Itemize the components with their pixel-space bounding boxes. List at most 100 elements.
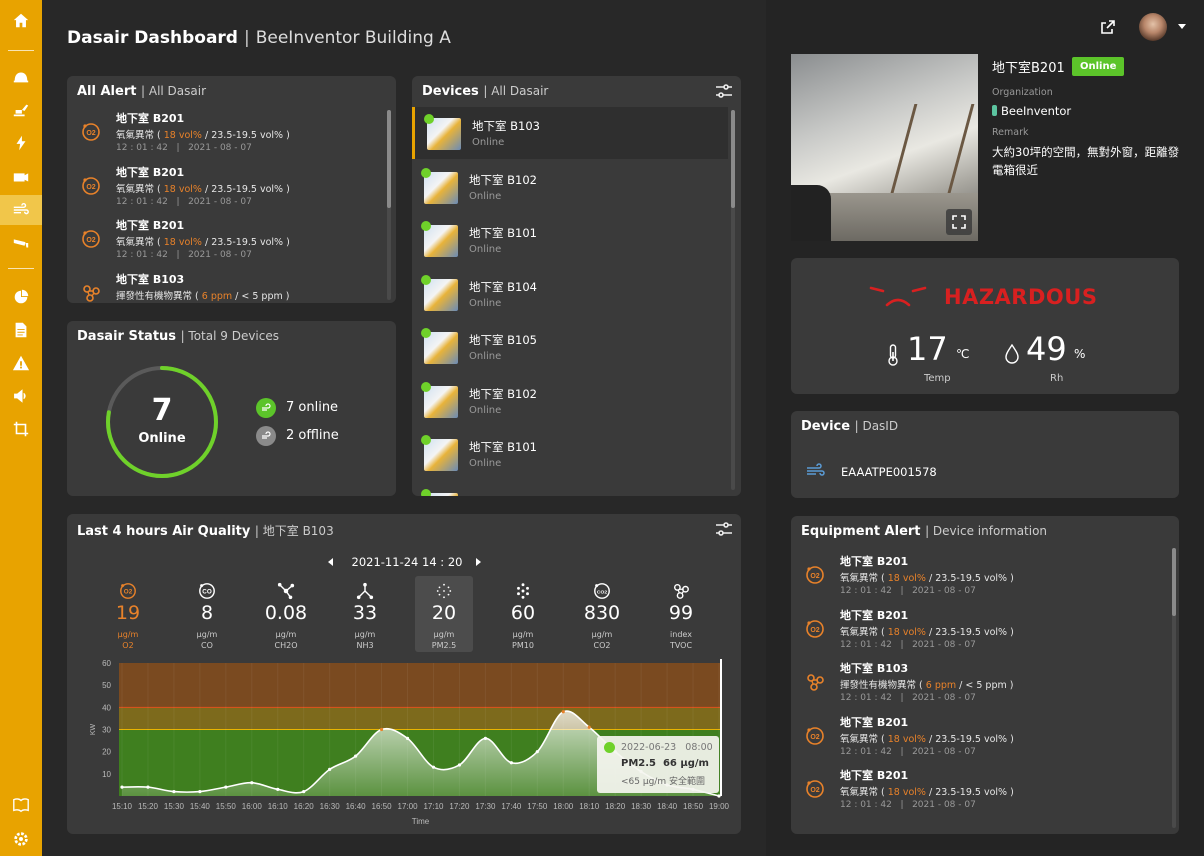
metric-tvoc[interactable]: 99 index TVOC — [652, 576, 710, 652]
metric-co2[interactable]: CO2 830 μg/m CO2 — [573, 576, 631, 652]
device-list-item[interactable] — [412, 482, 728, 496]
device-name: 地下室 B101 — [469, 226, 537, 240]
alert-description: 氧氣異常 ( 18 vol% / 23.5-19.5 vol% ) — [840, 573, 1014, 584]
pie-chart-icon[interactable] — [0, 282, 42, 312]
avatar[interactable] — [1139, 13, 1167, 41]
metric-name: PM10 — [512, 641, 534, 650]
status-offline-text: 2 offline — [286, 428, 339, 443]
alert-value: 18 vol% — [887, 626, 926, 638]
alert-item[interactable]: 地下室 B103 揮發性有機物異常 ( 6 ppm / < 5 ppm ) — [77, 269, 377, 304]
alert-value: 18 vol% — [163, 130, 202, 141]
alert-item[interactable]: O2 地下室 B201 氧氣異常 ( 18 vol% / 23.5-19.5 vol… — [77, 108, 377, 162]
angry-face-icon — [869, 286, 927, 307]
x-tick-label: 17:10 — [423, 802, 444, 811]
cctv-icon[interactable] — [0, 228, 42, 258]
alert-location: 地下室 B201 — [116, 112, 185, 125]
tooltip-status-dot — [604, 742, 615, 753]
all-alert-panel: All Alert | All Dasair O2 地下室 B201 氧氣異常 ( … — [67, 76, 396, 303]
alert-description: 氧氣異常 ( 18 vol% / 23.5-19.5 vol% ) — [116, 183, 290, 195]
sidebar-divider — [8, 50, 34, 51]
next-time-button[interactable] — [476, 558, 481, 566]
alert-timestamp: 12 : 01 : 42 | 2021 - 08 - 07 — [116, 143, 252, 153]
scrollbar-thumb[interactable] — [1172, 548, 1176, 616]
alert-value: 18 vol% — [163, 183, 202, 195]
metric-name: PM2.5 — [431, 641, 457, 650]
metric-co[interactable]: CO 8 μg/m CO — [178, 576, 236, 652]
alert-item[interactable]: O2 地下室 B201 氧氣異常 ( 18 vol% / 23.5-19.5 vol… — [801, 605, 1101, 659]
x-tick-label: 17:40 — [501, 802, 522, 811]
tvoc-icon — [672, 582, 690, 600]
panel-title: Devices | All Dasair — [422, 84, 549, 99]
alert-value: 6 ppm — [201, 290, 233, 302]
o2-icon: O2 — [805, 779, 825, 799]
x-tick-label: 18:30 — [631, 802, 652, 811]
chart-band — [119, 663, 722, 708]
alert-timestamp: 12 : 01 : 42 | 2021 - 08 - 07 — [840, 746, 976, 757]
camera-people-icon[interactable] — [0, 162, 42, 192]
crop-icon[interactable] — [0, 414, 42, 444]
alert-description: 氧氣異常 ( 18 vol% / 23.5-19.5 vol% ) — [840, 787, 1014, 798]
remark-value: 大約30坪的空間，無對外窗，距離發電箱很近 — [992, 145, 1180, 177]
metric-o2[interactable]: O2 19 μg/m O2 — [99, 576, 157, 652]
metric-unit: μg/m — [433, 630, 455, 639]
ch2o-icon — [277, 582, 295, 600]
filter-icon[interactable] — [715, 521, 733, 537]
device-list-item[interactable]: 地下室 B105 Online — [412, 321, 728, 373]
metric-unit: μg/m — [512, 630, 534, 639]
metric-nh3[interactable]: 33 μg/m NH3 — [336, 576, 394, 652]
x-tick-label: 18:10 — [579, 802, 600, 811]
alert-item[interactable]: O2 地下室 B201 氧氣異常 ( 18 vol% / 23.5-19.5 vol… — [801, 551, 1101, 605]
svg-text:CO: CO — [202, 589, 212, 596]
hardhat-icon[interactable] — [0, 62, 42, 92]
device-list-item[interactable]: 地下室 B101 Online — [412, 214, 728, 266]
status-online-row: 7 online — [256, 398, 376, 419]
metric-name: CH2O — [274, 641, 298, 650]
home-icon[interactable] — [0, 6, 42, 36]
metric-ch2o[interactable]: 0.08 μg/m CH2O — [257, 576, 315, 652]
alert-item[interactable]: O2 地下室 B201 氧氣異常 ( 18 vol% / 23.5-19.5 vol… — [77, 162, 377, 216]
alert-location: 地下室 B201 — [840, 715, 909, 729]
online-count: 7 — [151, 393, 173, 428]
device-list-item[interactable]: 地下室 B104 Online — [412, 268, 728, 320]
document-icon[interactable] — [0, 315, 42, 345]
alert-item[interactable]: O2 地下室 B201 氧氣異常 ( 18 vol% / 23.5-19.5 vol… — [801, 765, 1101, 819]
device-list-item[interactable]: 地下室 B101 Online — [412, 428, 728, 480]
metric-pm10[interactable]: 60 μg/m PM10 — [494, 576, 552, 652]
chevron-down-icon[interactable] — [1178, 24, 1186, 29]
alert-value: 6 ppm — [925, 680, 957, 691]
svg-text:O2: O2 — [810, 734, 819, 741]
device-name: 地下室 B102 — [469, 386, 537, 401]
wind-icon[interactable] — [0, 195, 42, 225]
scrollbar-thumb[interactable] — [387, 110, 391, 208]
alert-item[interactable]: O2 地下室 B201 氧氣異常 ( 18 vol% / 23.5-19.5 vol… — [801, 712, 1101, 766]
device-status: Online — [472, 137, 505, 148]
device-list-item[interactable]: 地下室 B103 Online — [412, 107, 728, 159]
warning-icon[interactable] — [0, 348, 42, 378]
air-quality-panel: Last 4 hours Air Quality | 地下室 B103 2021… — [67, 514, 741, 834]
settings-icon[interactable] — [0, 824, 42, 854]
device-name: 地下室 B103 — [472, 119, 540, 133]
device-list-item[interactable]: 地下室 B102 Online — [412, 161, 728, 213]
speaker-icon[interactable] — [0, 381, 42, 411]
excavator-icon[interactable] — [0, 95, 42, 125]
lightning-icon[interactable] — [0, 128, 42, 158]
data-point — [379, 727, 384, 732]
scrollbar-thumb[interactable] — [731, 110, 735, 208]
online-status-dot — [421, 167, 431, 178]
alert-value: 18 vol% — [887, 573, 926, 584]
book-icon[interactable] — [0, 790, 42, 820]
fullscreen-icon[interactable] — [946, 209, 972, 235]
data-point — [483, 736, 487, 740]
o2-icon: O2 — [805, 619, 825, 639]
external-link-icon[interactable] — [1100, 19, 1116, 35]
tooltip-value: PM2.5 66 μg/m — [621, 758, 709, 769]
metric-pm25[interactable]: 20 μg/m PM2.5 — [415, 576, 473, 652]
alert-item[interactable]: O2 地下室 B201 氧氣異常 ( 18 vol% / 23.5-19.5 vol… — [77, 215, 377, 269]
device-list-item[interactable]: 地下室 B102 Online — [412, 375, 728, 427]
svg-text:O2: O2 — [86, 130, 95, 137]
tvoc-icon — [81, 283, 101, 303]
filter-icon[interactable] — [715, 83, 733, 99]
alert-item[interactable]: 地下室 B103 揮發性有機物異常 ( 6 ppm / < 5 ppm ) 12 :… — [801, 658, 1101, 712]
alert-description: 揮發性有機物異常 ( 6 ppm / < 5 ppm ) — [840, 680, 1014, 691]
data-point — [172, 789, 176, 794]
